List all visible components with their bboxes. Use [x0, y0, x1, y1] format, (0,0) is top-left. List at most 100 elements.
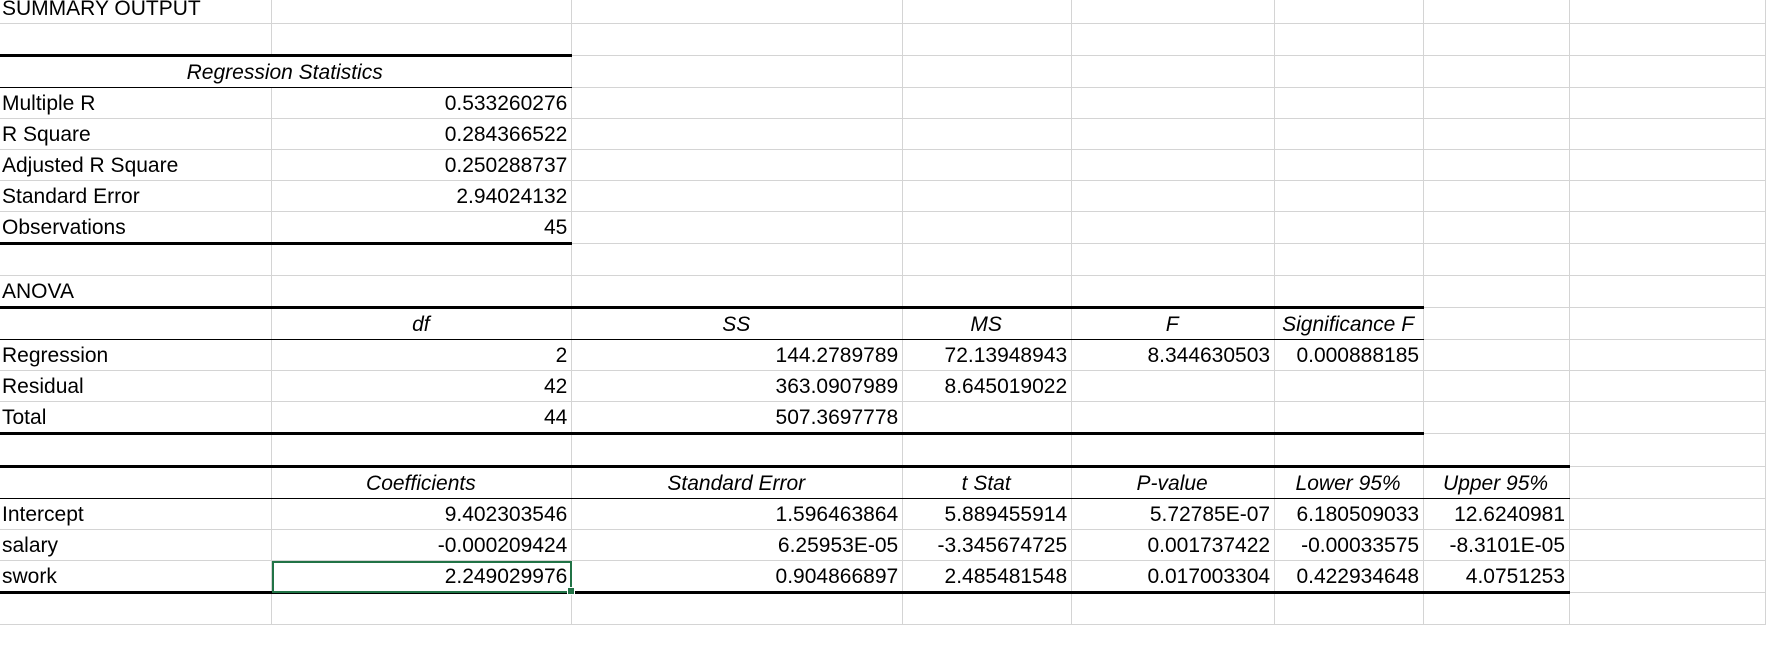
cell[interactable] — [902, 592, 1073, 625]
cell[interactable] — [1423, 180, 1571, 212]
coef-value[interactable]: 9.402303546 — [271, 498, 573, 530]
anova-ss[interactable]: 363.0907989 — [571, 370, 904, 402]
fill-handle[interactable] — [567, 587, 576, 595]
cell[interactable] — [1569, 211, 1766, 244]
coef-lower-95[interactable]: -0.00033575 — [1274, 529, 1425, 561]
coef-header-t-stat[interactable]: t Stat — [902, 465, 1073, 499]
cell[interactable] — [902, 211, 1073, 244]
cell[interactable] — [0, 592, 273, 625]
cell[interactable] — [1569, 592, 1766, 625]
cell[interactable] — [902, 243, 1073, 276]
cell[interactable] — [1569, 466, 1766, 499]
cell[interactable] — [571, 149, 904, 181]
anova-df[interactable]: 2 — [271, 339, 573, 371]
anova-ss[interactable]: 144.2789789 — [571, 339, 904, 371]
cell[interactable] — [571, 180, 904, 212]
cell[interactable] — [1071, 592, 1276, 625]
cell[interactable] — [1569, 87, 1766, 119]
cell[interactable] — [902, 275, 1073, 308]
cell[interactable] — [1274, 0, 1425, 24]
cell[interactable] — [1423, 23, 1571, 56]
cell[interactable] — [1071, 433, 1276, 467]
cell[interactable] — [1569, 243, 1766, 276]
cell[interactable] — [1569, 149, 1766, 181]
cell[interactable] — [1423, 243, 1571, 276]
cell[interactable] — [1274, 592, 1425, 625]
stat-label[interactable]: R Square — [0, 118, 273, 150]
anova-f[interactable]: 8.344630503 — [1071, 339, 1276, 371]
coef-header-upper-95[interactable]: Upper 95% — [1423, 465, 1571, 499]
cell[interactable] — [271, 275, 573, 308]
cell[interactable] — [1569, 55, 1766, 88]
coef-p-value[interactable]: 5.72785E-07 — [1071, 498, 1276, 530]
cell[interactable] — [1071, 23, 1276, 56]
cell[interactable] — [571, 211, 904, 244]
cell[interactable] — [571, 243, 904, 276]
cell[interactable] — [271, 433, 573, 467]
stat-value[interactable]: 45 — [271, 211, 573, 245]
coef-lower-95[interactable]: 0.422934648 — [1274, 560, 1425, 594]
cell[interactable] — [1423, 87, 1571, 119]
cell[interactable] — [1274, 211, 1425, 244]
cell[interactable] — [1569, 498, 1766, 530]
coef-header-coefficients[interactable]: Coefficients — [271, 465, 573, 499]
coef-t-stat[interactable]: -3.345674725 — [902, 529, 1073, 561]
anova-sig-f[interactable] — [1274, 370, 1425, 402]
cell[interactable] — [902, 118, 1073, 150]
summary-title[interactable]: SUMMARY OUTPUT — [0, 0, 273, 24]
coef-label[interactable]: Intercept — [0, 498, 273, 530]
cell[interactable] — [902, 433, 1073, 467]
coef-label[interactable]: salary — [0, 529, 273, 561]
cell[interactable] — [271, 243, 573, 276]
cell[interactable] — [1423, 0, 1571, 24]
cell[interactable] — [1071, 275, 1276, 308]
stat-value[interactable]: 0.533260276 — [271, 87, 573, 119]
selected-cell[interactable]: 2.249029976 — [271, 560, 576, 595]
cell[interactable] — [0, 306, 273, 340]
cell[interactable] — [1071, 0, 1276, 24]
anova-title[interactable]: ANOVA — [0, 275, 273, 308]
cell[interactable] — [1423, 275, 1571, 308]
anova-ms[interactable]: 8.645019022 — [902, 370, 1073, 402]
coef-upper-95[interactable]: -8.3101E-05 — [1423, 529, 1571, 561]
cell[interactable] — [1274, 243, 1425, 276]
cell[interactable] — [1071, 180, 1276, 212]
cell[interactable] — [1569, 370, 1766, 402]
cell[interactable] — [571, 55, 904, 88]
cell[interactable] — [1274, 180, 1425, 212]
stat-label[interactable]: Adjusted R Square — [0, 149, 273, 181]
cell[interactable] — [571, 592, 904, 625]
cell[interactable] — [271, 592, 573, 625]
cell[interactable] — [902, 87, 1073, 119]
cell[interactable] — [1423, 370, 1571, 402]
coef-t-stat[interactable]: 5.889455914 — [902, 498, 1073, 530]
coef-header-standard-error[interactable]: Standard Error — [571, 465, 904, 499]
cell[interactable] — [1071, 149, 1276, 181]
cell[interactable] — [902, 180, 1073, 212]
cell[interactable] — [571, 275, 904, 308]
anova-header-sig-f[interactable]: Significance F — [1274, 306, 1425, 340]
anova-label[interactable]: Residual — [0, 370, 273, 402]
cell[interactable] — [1423, 592, 1571, 625]
cell[interactable] — [902, 23, 1073, 56]
coef-header-p-value[interactable]: P-value — [1071, 465, 1276, 499]
cell[interactable] — [1569, 339, 1766, 371]
cell[interactable] — [1569, 23, 1766, 56]
cell[interactable] — [1569, 307, 1766, 340]
stat-label[interactable]: Standard Error — [0, 180, 273, 212]
coef-p-value[interactable]: 0.017003304 — [1071, 560, 1276, 594]
cell[interactable] — [1274, 275, 1425, 308]
cell[interactable] — [1423, 401, 1571, 434]
cell[interactable] — [1423, 118, 1571, 150]
anova-f[interactable] — [1071, 401, 1276, 435]
coef-standard-error[interactable]: 6.25953E-05 — [571, 529, 904, 561]
coef-value[interactable]: -0.000209424 — [271, 529, 573, 561]
anova-ms[interactable] — [902, 401, 1073, 435]
cell[interactable] — [571, 0, 904, 24]
cell[interactable] — [0, 465, 273, 499]
cell[interactable] — [1071, 211, 1276, 244]
cell[interactable] — [902, 0, 1073, 24]
stat-label[interactable]: Observations — [0, 211, 273, 245]
cell[interactable] — [1423, 211, 1571, 244]
stat-value[interactable]: 2.94024132 — [271, 180, 573, 212]
